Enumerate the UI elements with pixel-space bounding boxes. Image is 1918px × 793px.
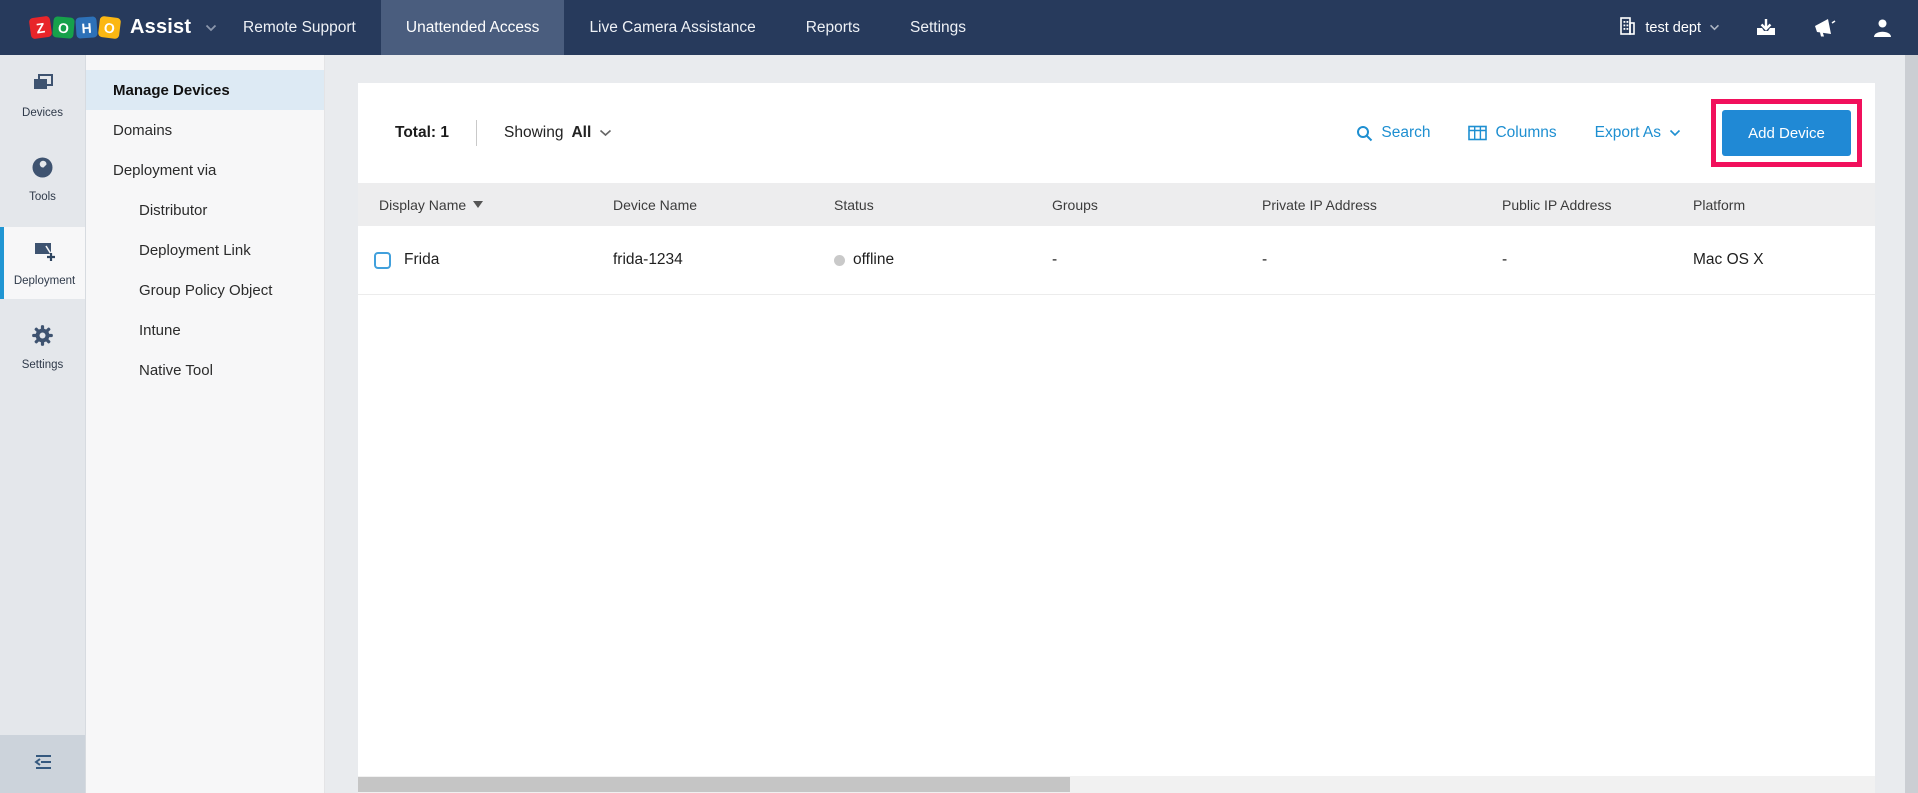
device-hostname: frida-1234 [613, 251, 834, 269]
sort-descending-icon [473, 201, 483, 208]
column-header-public-ip[interactable]: Public IP Address [1502, 197, 1693, 213]
rail-item-label: Tools [29, 191, 56, 203]
column-header-device-name[interactable]: Device Name [613, 197, 834, 213]
department-selector[interactable]: test dept [1618, 16, 1720, 40]
total-count: Total: 1 [395, 124, 449, 142]
primary-nav: Remote Support Unattended Access Live Ca… [218, 0, 991, 55]
search-button[interactable]: Search [1356, 124, 1430, 142]
collapse-panel-icon [32, 753, 54, 776]
organization-icon [1618, 16, 1637, 40]
sidebar-item-distributor[interactable]: Distributor [86, 190, 324, 230]
deployment-icon [32, 240, 58, 268]
nav-reports[interactable]: Reports [781, 0, 885, 55]
rail-item-tools[interactable]: Tools [0, 143, 85, 215]
export-as-dropdown[interactable]: Export As [1595, 124, 1681, 142]
columns-button[interactable]: Columns [1468, 124, 1556, 142]
column-header-platform[interactable]: Platform [1693, 197, 1875, 213]
tools-icon [31, 156, 54, 184]
nav-remote-support[interactable]: Remote Support [218, 0, 381, 55]
zoho-assist-app: Z O H O Assist Remote Support Unattended… [0, 0, 1918, 793]
device-name-cell: Frida [374, 251, 613, 269]
top-navbar: Z O H O Assist Remote Support Unattended… [0, 0, 1918, 55]
column-header-private-ip[interactable]: Private IP Address [1262, 197, 1502, 213]
zoho-tile-h: H [75, 16, 97, 38]
device-status: offline [834, 251, 1052, 269]
showing-value: All [571, 124, 591, 142]
rail-item-label: Settings [22, 359, 64, 371]
column-header-groups[interactable]: Groups [1052, 197, 1262, 213]
horizontal-scrollbar-track[interactable] [358, 776, 1875, 793]
announcements-icon[interactable] [1812, 17, 1836, 38]
sidebar-item-group-policy-object[interactable]: Group Policy Object [86, 270, 324, 310]
devices-panel: Total: 1 Showing All Search [358, 83, 1875, 793]
rail-item-label: Devices [22, 107, 63, 119]
row-checkbox[interactable] [374, 252, 391, 269]
showing-label: Showing [504, 124, 563, 142]
devices-toolbar: Total: 1 Showing All Search [358, 83, 1875, 183]
devices-icon [31, 73, 55, 100]
nav-live-camera-assistance[interactable]: Live Camera Assistance [564, 0, 780, 55]
sidebar-item-manage-devices[interactable]: Manage Devices [86, 70, 324, 110]
device-public-ip: - [1502, 251, 1693, 269]
collapse-sidebar-button[interactable] [0, 735, 85, 793]
horizontal-scrollbar-thumb[interactable] [358, 777, 1070, 792]
chevron-down-icon [1669, 129, 1681, 137]
search-icon [1356, 125, 1373, 142]
sidebar-item-intune[interactable]: Intune [86, 310, 324, 350]
device-groups: - [1052, 251, 1262, 269]
columns-icon [1468, 125, 1487, 141]
status-text: offline [853, 251, 894, 269]
column-header-display-name[interactable]: Display Name [379, 197, 613, 213]
device-platform: Mac OS X [1693, 251, 1875, 269]
gear-icon [31, 324, 54, 352]
department-name: test dept [1645, 20, 1701, 36]
rail-item-devices[interactable]: Devices [0, 60, 85, 131]
zoho-assist-logo[interactable]: Z O H O Assist [0, 0, 218, 55]
user-profile-icon[interactable] [1870, 18, 1894, 38]
module-rail: Devices Tools Deployment [0, 55, 86, 793]
chevron-down-icon[interactable] [205, 24, 217, 32]
sidebar-item-domains[interactable]: Domains [86, 110, 324, 150]
add-device-highlight-annotation: Add Device [1711, 99, 1862, 167]
product-name: Assist [130, 16, 191, 39]
zoho-tile-o2: O [98, 16, 121, 39]
rail-item-label: Deployment [14, 275, 75, 287]
vertical-scrollbar-track[interactable] [1905, 55, 1918, 793]
zoho-tile-z: Z [29, 16, 53, 40]
zoho-logo-tiles: Z O H O [30, 17, 120, 38]
offline-status-dot-icon [834, 255, 845, 266]
zoho-tile-o1: O [52, 16, 75, 39]
rail-item-settings[interactable]: Settings [0, 311, 85, 383]
deployment-sidebar: Manage Devices Domains Deployment via Di… [86, 55, 325, 793]
toolbar-divider [476, 120, 477, 146]
device-display-name: Frida [404, 251, 439, 269]
showing-filter-dropdown[interactable]: Showing All [504, 124, 612, 142]
nav-unattended-access[interactable]: Unattended Access [381, 0, 565, 55]
devices-table-header: Display Name Device Name Status Groups P… [358, 183, 1875, 226]
nav-settings[interactable]: Settings [885, 0, 991, 55]
sidebar-item-native-tool[interactable]: Native Tool [86, 350, 324, 390]
download-icon[interactable] [1754, 18, 1778, 38]
add-device-button[interactable]: Add Device [1722, 110, 1851, 156]
chevron-down-icon [599, 129, 612, 137]
rail-item-deployment[interactable]: Deployment [0, 227, 85, 299]
sidebar-item-deployment-link[interactable]: Deployment Link [86, 230, 324, 270]
chevron-down-icon [1709, 24, 1720, 31]
device-private-ip: - [1262, 251, 1502, 269]
navbar-right-controls: test dept [1618, 0, 1918, 55]
main-content: Total: 1 Showing All Search [325, 55, 1918, 793]
table-row[interactable]: Frida frida-1234 offline - - - Mac OS X [358, 226, 1875, 295]
sidebar-item-deployment-via[interactable]: Deployment via [86, 150, 324, 190]
column-header-status[interactable]: Status [834, 197, 1052, 213]
